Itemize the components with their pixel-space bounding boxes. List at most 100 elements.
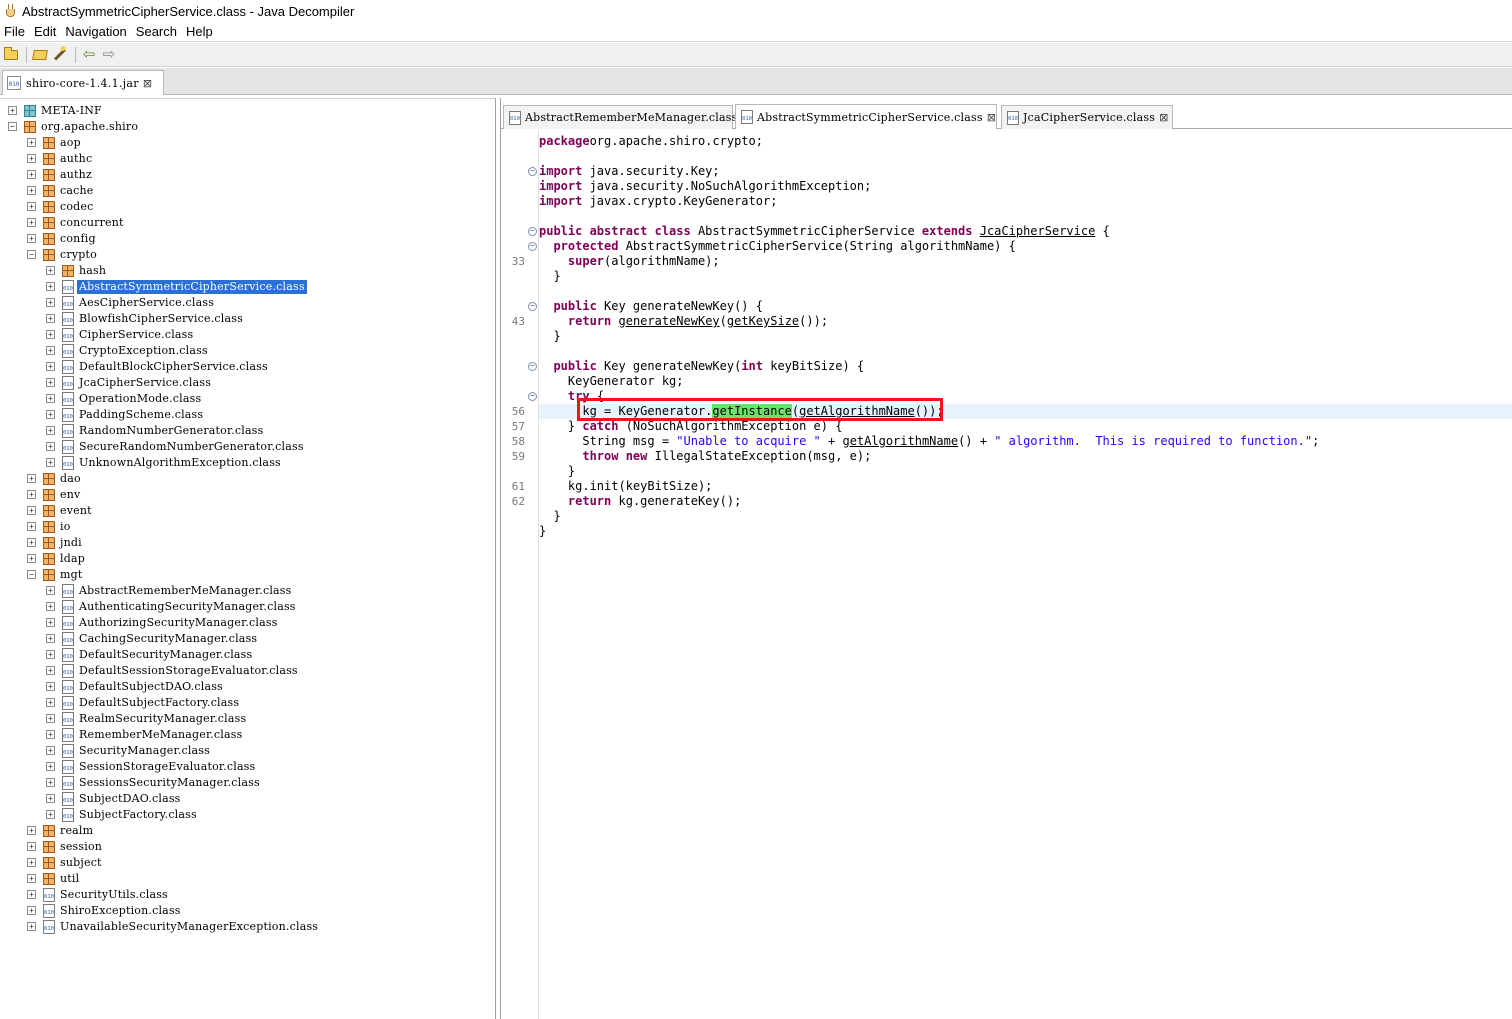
tree-package-item[interactable]: + subject [0,855,495,871]
open-type-hierarchy-icon[interactable] [51,46,69,64]
expand-icon[interactable]: + [27,218,36,227]
tree-class-item[interactable]: +010 AesCipherService.class [0,295,495,311]
expand-icon[interactable]: + [46,394,55,403]
menu-help[interactable]: Help [182,24,217,39]
expand-icon[interactable]: + [27,906,36,915]
tree-package-item[interactable]: + codec [0,199,495,215]
expand-icon[interactable]: + [27,874,36,883]
expand-icon[interactable]: + [46,282,55,291]
menu-navigation[interactable]: Navigation [61,24,130,39]
expand-icon[interactable]: + [46,442,55,451]
code-link[interactable]: getAlgorithmName [842,434,958,448]
collapse-icon[interactable]: − [8,122,17,131]
tree-class-item[interactable]: +010 RealmSecurityManager.class [0,711,495,727]
fold-collapse-icon[interactable]: − [528,302,537,311]
expand-icon[interactable]: + [27,490,36,499]
expand-icon[interactable]: + [46,330,55,339]
expand-icon[interactable]: + [27,506,36,515]
code-line[interactable]: public Key generateNewKey(int keyBitSize… [539,359,1512,374]
expand-icon[interactable]: + [46,762,55,771]
code-link[interactable]: generateNewKey [619,314,720,328]
expand-icon[interactable]: + [27,842,36,851]
tree-class-item[interactable]: +010 SecureRandomNumberGenerator.class [0,439,495,455]
tree-class-item[interactable]: +010 AuthenticatingSecurityManager.class [0,599,495,615]
expand-icon[interactable]: + [27,234,36,243]
tab-shiro-core-jar[interactable]: 010 shiro-core-1.4.1.jar ⊠ [2,70,164,95]
back-icon[interactable]: ⇦ [80,46,98,64]
tree-package-item[interactable]: + concurrent [0,215,495,231]
code-line[interactable]: protected AbstractSymmetricCipherService… [539,239,1512,254]
fold-collapse-icon[interactable]: − [528,392,537,401]
expand-icon[interactable]: + [27,522,36,531]
fold-collapse-icon[interactable]: − [528,167,537,176]
expand-icon[interactable]: + [46,666,55,675]
tree-class-item[interactable]: +010 JcaCipherService.class [0,375,495,391]
expand-icon[interactable]: + [27,890,36,899]
fold-collapse-icon[interactable]: − [528,362,537,371]
tree-class-item[interactable]: +010 SubjectDAO.class [0,791,495,807]
tree-package-item[interactable]: − mgt [0,567,495,583]
close-icon[interactable]: ⊠ [143,77,152,90]
tree-package-item[interactable]: + config [0,231,495,247]
tree-package-item[interactable]: + jndi [0,535,495,551]
tree-package-item[interactable]: + dao [0,471,495,487]
tree-package-item[interactable]: + realm [0,823,495,839]
tree-class-item[interactable]: +010 OperationMode.class [0,391,495,407]
code-line[interactable]: } [539,269,1512,284]
expand-icon[interactable]: + [46,698,55,707]
code-line[interactable]: } catch (NoSuchAlgorithmException e) { [539,419,1512,434]
expand-icon[interactable]: + [27,474,36,483]
expand-icon[interactable]: + [46,618,55,627]
expand-icon[interactable]: + [46,794,55,803]
expand-icon[interactable]: + [46,634,55,643]
expand-icon[interactable]: + [46,314,55,323]
expand-icon[interactable]: + [46,298,55,307]
open-type-icon[interactable] [31,46,49,64]
expand-icon[interactable]: + [46,410,55,419]
fold-collapse-icon[interactable]: − [528,227,537,236]
expand-icon[interactable]: + [27,202,36,211]
menu-file[interactable]: File [0,24,29,39]
collapse-icon[interactable]: − [27,570,36,579]
tree-package-item[interactable]: + event [0,503,495,519]
code-link[interactable]: getKeySize [727,314,799,328]
tree-package-item[interactable]: + hash [0,263,495,279]
tree-package-item[interactable]: + env [0,487,495,503]
tree-package-item[interactable]: + session [0,839,495,855]
tree-package-item[interactable]: + cache [0,183,495,199]
code-line[interactable]: } [539,524,1512,539]
code-line[interactable]: return generateNewKey(getKeySize()); [539,314,1512,329]
expand-icon[interactable]: + [46,650,55,659]
open-file-icon[interactable] [2,46,20,64]
expand-icon[interactable]: + [46,602,55,611]
code-line[interactable]: KeyGenerator kg; [539,374,1512,389]
tree-class-item[interactable]: +010 CachingSecurityManager.class [0,631,495,647]
code-line[interactable]: public abstract class AbstractSymmetricC… [539,224,1512,239]
code-line[interactable]: super(algorithmName); [539,254,1512,269]
expand-icon[interactable]: + [27,858,36,867]
code-line[interactable]: String msg = "Unable to acquire " + getA… [539,434,1512,449]
tree-package-item[interactable]: + META-INF [0,103,495,119]
code-link[interactable]: JcaCipherService [980,224,1096,238]
tree-class-item[interactable]: +010 UnknownAlgorithmException.class [0,455,495,471]
tree-class-item[interactable]: +010 SessionStorageEvaluator.class [0,759,495,775]
tree-class-item[interactable]: +010 DefaultSubjectDAO.class [0,679,495,695]
tree-class-item[interactable]: +010 CryptoException.class [0,343,495,359]
expand-icon[interactable]: + [46,362,55,371]
expand-icon[interactable]: + [46,458,55,467]
tree-class-item[interactable]: +010 SecurityManager.class [0,743,495,759]
editor-tab[interactable]: 010 JcaCipherService.class ⊠ [1001,105,1173,129]
tree-package-item[interactable]: + io [0,519,495,535]
expand-icon[interactable]: + [27,538,36,547]
tree-class-item[interactable]: +010 ShiroException.class [0,903,495,919]
collapse-icon[interactable]: − [27,250,36,259]
tree-package-item[interactable]: − crypto [0,247,495,263]
tree-package-item[interactable]: + aop [0,135,495,151]
code-line[interactable]: packageorg.apache.shiro.crypto; [539,134,1512,149]
expand-icon[interactable]: + [46,346,55,355]
tree-package-item[interactable]: + util [0,871,495,887]
expand-icon[interactable]: + [27,826,36,835]
forward-icon[interactable]: ⇨ [100,46,118,64]
menu-search[interactable]: Search [132,24,181,39]
tree-class-item[interactable]: +010 UnavailableSecurityManagerException.… [0,919,495,935]
